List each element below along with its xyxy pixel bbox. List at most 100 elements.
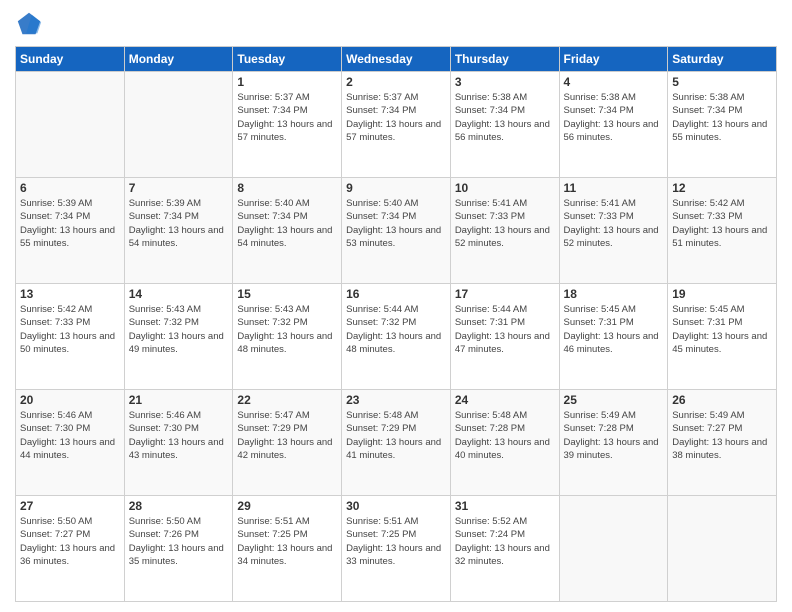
day-info: Sunrise: 5:48 AMSunset: 7:29 PMDaylight:…	[346, 409, 446, 462]
day-info: Sunrise: 5:42 AMSunset: 7:33 PMDaylight:…	[672, 197, 772, 250]
day-header-thursday: Thursday	[450, 47, 559, 72]
day-cell: 13Sunrise: 5:42 AMSunset: 7:33 PMDayligh…	[16, 284, 125, 390]
day-info: Sunrise: 5:38 AMSunset: 7:34 PMDaylight:…	[564, 91, 664, 144]
day-info: Sunrise: 5:47 AMSunset: 7:29 PMDaylight:…	[237, 409, 337, 462]
day-info: Sunrise: 5:43 AMSunset: 7:32 PMDaylight:…	[237, 303, 337, 356]
day-cell: 14 Sunrise: 5:43 AMSunset: 7:32 PMDayligh…	[124, 284, 233, 390]
day-info: Sunrise: 5:45 AMSunset: 7:31 PMDaylight:…	[672, 303, 772, 356]
day-info: Sunrise: 5:50 AMSunset: 7:26 PMDaylight:…	[129, 515, 229, 568]
day-number: 20	[20, 393, 120, 407]
logo-icon	[15, 10, 43, 38]
day-cell: 12 Sunrise: 5:42 AMSunset: 7:33 PMDayligh…	[668, 178, 777, 284]
day-cell: 26Sunrise: 5:49 AMSunset: 7:27 PMDayligh…	[668, 390, 777, 496]
page: SundayMondayTuesdayWednesdayThursdayFrid…	[0, 0, 792, 612]
day-number: 5	[672, 75, 772, 89]
day-number: 22	[237, 393, 337, 407]
day-info: Sunrise: 5:38 AMSunset: 7:34 PMDaylight:…	[455, 91, 555, 144]
day-header-friday: Friday	[559, 47, 668, 72]
week-row-4: 20 Sunrise: 5:46 AMSunset: 7:30 PMDayligh…	[16, 390, 777, 496]
day-cell: 16 Sunrise: 5:44 AMSunset: 7:32 PMDayligh…	[342, 284, 451, 390]
day-info: Sunrise: 5:45 AMSunset: 7:31 PMDaylight:…	[564, 303, 664, 356]
week-row-5: 27 Sunrise: 5:50 AMSunset: 7:27 PMDayligh…	[16, 496, 777, 602]
day-cell: 29 Sunrise: 5:51 AMSunset: 7:25 PMDayligh…	[233, 496, 342, 602]
day-number: 18	[564, 287, 664, 301]
logo	[15, 10, 47, 38]
day-number: 31	[455, 499, 555, 513]
day-number: 3	[455, 75, 555, 89]
day-info: Sunrise: 5:41 AMSunset: 7:33 PMDaylight:…	[455, 197, 555, 250]
day-cell: 21 Sunrise: 5:46 AMSunset: 7:30 PMDayligh…	[124, 390, 233, 496]
day-info: Sunrise: 5:44 AMSunset: 7:32 PMDaylight:…	[346, 303, 446, 356]
day-info: Sunrise: 5:37 AMSunset: 7:34 PMDaylight:…	[346, 91, 446, 144]
day-number: 30	[346, 499, 446, 513]
header	[15, 10, 777, 38]
day-number: 16	[346, 287, 446, 301]
day-number: 4	[564, 75, 664, 89]
day-info: Sunrise: 5:40 AMSunset: 7:34 PMDaylight:…	[346, 197, 446, 250]
day-number: 21	[129, 393, 229, 407]
day-number: 27	[20, 499, 120, 513]
day-info: Sunrise: 5:46 AMSunset: 7:30 PMDaylight:…	[129, 409, 229, 462]
day-cell: 19 Sunrise: 5:45 AMSunset: 7:31 PMDayligh…	[668, 284, 777, 390]
day-cell: 31Sunrise: 5:52 AMSunset: 7:24 PMDayligh…	[450, 496, 559, 602]
day-cell: 1 Sunrise: 5:37 AMSunset: 7:34 PMDaylight…	[233, 72, 342, 178]
day-info: Sunrise: 5:44 AMSunset: 7:31 PMDaylight:…	[455, 303, 555, 356]
day-number: 17	[455, 287, 555, 301]
day-cell: 22 Sunrise: 5:47 AMSunset: 7:29 PMDayligh…	[233, 390, 342, 496]
day-number: 11	[564, 181, 664, 195]
week-row-2: 6Sunrise: 5:39 AMSunset: 7:34 PMDaylight…	[16, 178, 777, 284]
day-number: 8	[237, 181, 337, 195]
day-header-monday: Monday	[124, 47, 233, 72]
day-cell: 27 Sunrise: 5:50 AMSunset: 7:27 PMDayligh…	[16, 496, 125, 602]
day-number: 9	[346, 181, 446, 195]
day-cell	[16, 72, 125, 178]
day-number: 29	[237, 499, 337, 513]
calendar-table: SundayMondayTuesdayWednesdayThursdayFrid…	[15, 46, 777, 602]
day-number: 23	[346, 393, 446, 407]
day-number: 25	[564, 393, 664, 407]
day-number: 28	[129, 499, 229, 513]
week-row-3: 13Sunrise: 5:42 AMSunset: 7:33 PMDayligh…	[16, 284, 777, 390]
day-cell: 17 Sunrise: 5:44 AMSunset: 7:31 PMDayligh…	[450, 284, 559, 390]
day-info: Sunrise: 5:48 AMSunset: 7:28 PMDaylight:…	[455, 409, 555, 462]
day-info: Sunrise: 5:42 AMSunset: 7:33 PMDaylight:…	[20, 303, 120, 356]
day-cell	[124, 72, 233, 178]
week-row-1: 1 Sunrise: 5:37 AMSunset: 7:34 PMDaylight…	[16, 72, 777, 178]
day-cell: 25Sunrise: 5:49 AMSunset: 7:28 PMDayligh…	[559, 390, 668, 496]
day-header-wednesday: Wednesday	[342, 47, 451, 72]
day-info: Sunrise: 5:38 AMSunset: 7:34 PMDaylight:…	[672, 91, 772, 144]
day-cell: 20 Sunrise: 5:46 AMSunset: 7:30 PMDayligh…	[16, 390, 125, 496]
day-cell: 4 Sunrise: 5:38 AMSunset: 7:34 PMDaylight…	[559, 72, 668, 178]
day-number: 2	[346, 75, 446, 89]
day-cell: 5 Sunrise: 5:38 AMSunset: 7:34 PMDaylight…	[668, 72, 777, 178]
day-info: Sunrise: 5:51 AMSunset: 7:25 PMDaylight:…	[237, 515, 337, 568]
day-cell	[559, 496, 668, 602]
day-info: Sunrise: 5:43 AMSunset: 7:32 PMDaylight:…	[129, 303, 229, 356]
day-header-tuesday: Tuesday	[233, 47, 342, 72]
day-number: 19	[672, 287, 772, 301]
day-info: Sunrise: 5:37 AMSunset: 7:34 PMDaylight:…	[237, 91, 337, 144]
day-cell: 24Sunrise: 5:48 AMSunset: 7:28 PMDayligh…	[450, 390, 559, 496]
day-cell: 11 Sunrise: 5:41 AMSunset: 7:33 PMDayligh…	[559, 178, 668, 284]
day-number: 26	[672, 393, 772, 407]
day-cell: 30 Sunrise: 5:51 AMSunset: 7:25 PMDayligh…	[342, 496, 451, 602]
day-number: 7	[129, 181, 229, 195]
day-info: Sunrise: 5:41 AMSunset: 7:33 PMDaylight:…	[564, 197, 664, 250]
day-header-saturday: Saturday	[668, 47, 777, 72]
day-number: 14	[129, 287, 229, 301]
day-info: Sunrise: 5:46 AMSunset: 7:30 PMDaylight:…	[20, 409, 120, 462]
day-number: 12	[672, 181, 772, 195]
day-info: Sunrise: 5:39 AMSunset: 7:34 PMDaylight:…	[20, 197, 120, 250]
day-info: Sunrise: 5:50 AMSunset: 7:27 PMDaylight:…	[20, 515, 120, 568]
day-info: Sunrise: 5:51 AMSunset: 7:25 PMDaylight:…	[346, 515, 446, 568]
day-cell: 7 Sunrise: 5:39 AMSunset: 7:34 PMDaylight…	[124, 178, 233, 284]
day-cell: 23 Sunrise: 5:48 AMSunset: 7:29 PMDayligh…	[342, 390, 451, 496]
day-cell: 6Sunrise: 5:39 AMSunset: 7:34 PMDaylight…	[16, 178, 125, 284]
day-cell: 8Sunrise: 5:40 AMSunset: 7:34 PMDaylight…	[233, 178, 342, 284]
day-number: 1	[237, 75, 337, 89]
day-cell: 3 Sunrise: 5:38 AMSunset: 7:34 PMDaylight…	[450, 72, 559, 178]
day-cell: 18 Sunrise: 5:45 AMSunset: 7:31 PMDayligh…	[559, 284, 668, 390]
day-info: Sunrise: 5:39 AMSunset: 7:34 PMDaylight:…	[129, 197, 229, 250]
day-number: 10	[455, 181, 555, 195]
day-cell	[668, 496, 777, 602]
